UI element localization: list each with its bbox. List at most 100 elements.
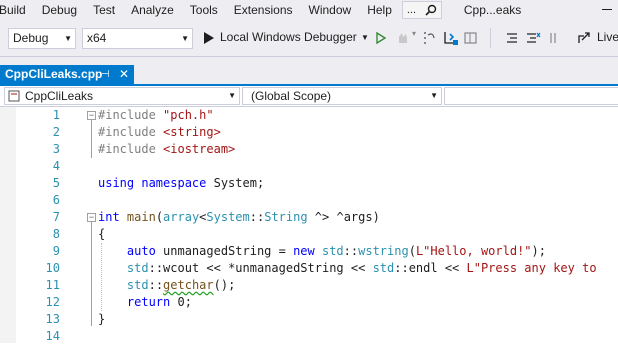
code-token: int: [98, 210, 127, 224]
line-number: 10: [45, 261, 60, 275]
code-token: String: [264, 210, 308, 224]
code-line: }: [98, 311, 597, 328]
menu-debug[interactable]: Debug: [34, 0, 85, 20]
scope-value: (Global Scope): [251, 89, 332, 103]
code-token: ::: [249, 210, 265, 224]
start-without-debugging-icon[interactable]: [372, 29, 390, 47]
line-number: 6: [52, 193, 60, 207]
code-token: unmanagedString =: [163, 244, 294, 258]
minimize-button[interactable]: [602, 9, 612, 10]
tab-cppcliLeaks[interactable]: CppCliLeaks.cpp ⊣ ✕: [0, 65, 134, 84]
code-line: using namespace System;: [98, 175, 597, 192]
code-token: L"Press any key to: [466, 261, 597, 275]
code-token: ^> ^args): [307, 210, 380, 224]
code-token: std: [321, 244, 344, 258]
close-icon[interactable]: ✕: [119, 65, 129, 84]
code-token: ::: [343, 244, 359, 258]
menu-extensions[interactable]: Extensions: [226, 0, 301, 20]
menu-build[interactable]: Build: [0, 0, 34, 20]
uncomment-lines-icon[interactable]: [524, 29, 542, 47]
menu-window[interactable]: Window: [301, 0, 360, 20]
breakpoints-icon[interactable]: [462, 29, 480, 47]
search-box[interactable]: ...: [401, 1, 442, 19]
live-share-button[interactable]: Live: [597, 30, 618, 44]
code-token: #include: [98, 142, 164, 156]
chevron-down-icon: ▼: [430, 91, 438, 100]
indicator-margin: [0, 107, 16, 343]
play-icon[interactable]: [200, 29, 218, 47]
code-token: #include: [98, 108, 164, 122]
code-token: <string>: [163, 125, 221, 139]
project-icon: [8, 90, 20, 102]
code-token: ::: [148, 278, 164, 292]
code-token: wstring: [358, 244, 409, 258]
more-icon[interactable]: [546, 29, 564, 47]
code-token: <iostream>: [163, 142, 236, 156]
code-token: "pch.h": [163, 108, 214, 122]
code-line: std::wcout << *unmanagedString << std::e…: [98, 260, 597, 277]
tab-title: CppCliLeaks.cpp: [5, 67, 103, 81]
pin-icon[interactable]: ⊣: [101, 65, 110, 84]
solution-title: Cpp...eaks: [463, 3, 522, 17]
project-select[interactable]: CppCliLeaks ▼: [4, 87, 240, 105]
code-editor[interactable]: 1 2 3 4 5 6 7 8 9 10 11 12 13 14 − − #include "pch.h"…: [0, 107, 618, 343]
menu-test[interactable]: Test: [85, 0, 123, 20]
code-line: {: [98, 226, 597, 243]
line-number: 2: [52, 125, 60, 139]
line-number: 7: [52, 210, 60, 224]
line-number: 13: [45, 312, 60, 326]
menu-tools[interactable]: Tools: [182, 0, 226, 20]
search-overflow: ...: [406, 4, 417, 16]
code-token: auto: [126, 244, 164, 258]
code-line: return 0;: [98, 294, 597, 311]
chevron-down-icon: ▼: [228, 91, 236, 100]
configuration-value: Debug: [13, 31, 49, 45]
code-token: System;: [213, 176, 265, 190]
comment-lines-icon[interactable]: [503, 29, 521, 47]
code-token: System: [206, 210, 250, 224]
chevron-down-icon[interactable]: ▼: [361, 33, 369, 42]
code-token: {: [98, 227, 106, 241]
line-number: 12: [45, 295, 60, 309]
code-token: std: [126, 261, 149, 275]
code-token: ();: [213, 278, 236, 292]
document-tab-strip: CppCliLeaks.cpp ⊣ ✕: [0, 57, 618, 84]
code-token: ::wcout << *unmanagedString <<: [148, 261, 373, 275]
code-line: #include <iostream>: [98, 141, 597, 158]
member-select[interactable]: [444, 87, 618, 105]
project-value: CppCliLeaks: [25, 89, 94, 103]
menu-bar: Build Debug Test Analyze Tools Extension…: [0, 0, 618, 20]
line-number: 5: [52, 176, 60, 190]
code-line: std::getchar();: [98, 277, 597, 294]
code-token: getchar: [163, 278, 214, 292]
configuration-select[interactable]: Debug ▼: [8, 28, 76, 49]
code-token: main: [126, 210, 156, 224]
platform-select[interactable]: x64 ▼: [82, 28, 193, 49]
menu-help[interactable]: Help: [359, 0, 400, 20]
code-line: int main(array<System::String ^> ^args): [98, 209, 597, 226]
hot-reload-icon[interactable]: [394, 29, 412, 47]
menu-analyze[interactable]: Analyze: [123, 0, 182, 20]
step-icon[interactable]: [421, 29, 439, 47]
chevron-down-icon[interactable]: ▾: [412, 29, 416, 38]
collapse-icon[interactable]: −: [87, 111, 96, 120]
code-token: L"Hello, world!": [415, 244, 532, 258]
platform-value: x64: [87, 31, 107, 45]
live-share-icon[interactable]: [576, 29, 594, 47]
start-debugger-button[interactable]: Local Windows Debugger: [220, 30, 357, 44]
line-number: 14: [45, 329, 60, 343]
search-icon: [425, 4, 437, 16]
line-number: 8: [52, 227, 60, 241]
scope-select[interactable]: (Global Scope) ▼: [242, 87, 442, 105]
collapse-icon[interactable]: −: [87, 213, 96, 222]
code-area[interactable]: #include "pch.h" #include <string> #includ…: [98, 107, 597, 345]
code-token: #include: [98, 125, 164, 139]
diagnostic-icon[interactable]: [442, 29, 460, 47]
code-token: new: [293, 244, 322, 258]
